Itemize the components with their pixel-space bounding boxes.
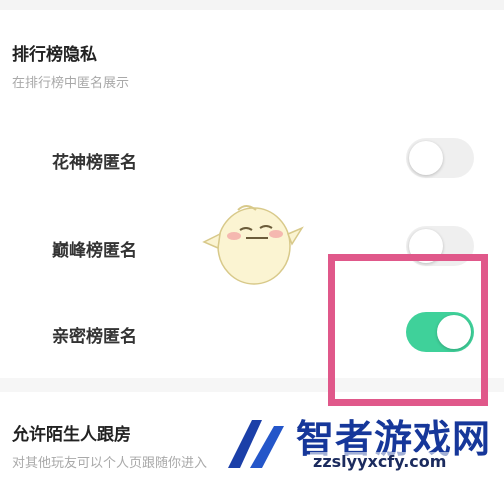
toggle-knob	[409, 141, 443, 175]
highlight-box	[328, 254, 488, 406]
ranking-privacy-title: 排行榜隐私	[12, 45, 97, 65]
allow-stranger-follow-title: 允许陌生人跟房	[12, 425, 131, 445]
flower-god-anonymous-toggle[interactable]	[406, 138, 474, 178]
peak-anonymous-label: 巅峰榜匿名	[52, 241, 137, 261]
flower-god-anonymous-label: 花神榜匿名	[52, 153, 137, 173]
mascot-sticker-icon	[202, 205, 304, 285]
watermark-logo-icon	[228, 420, 284, 468]
ranking-privacy-subtitle: 在排行榜中匿名展示	[12, 76, 130, 91]
watermark-url: zzslyyxcfy.com	[310, 452, 450, 471]
top-band	[0, 0, 504, 10]
intimacy-anonymous-label: 亲密榜匿名	[52, 327, 137, 347]
allow-stranger-follow-subtitle: 对其他玩友可以个人页跟随你进入	[12, 456, 208, 471]
